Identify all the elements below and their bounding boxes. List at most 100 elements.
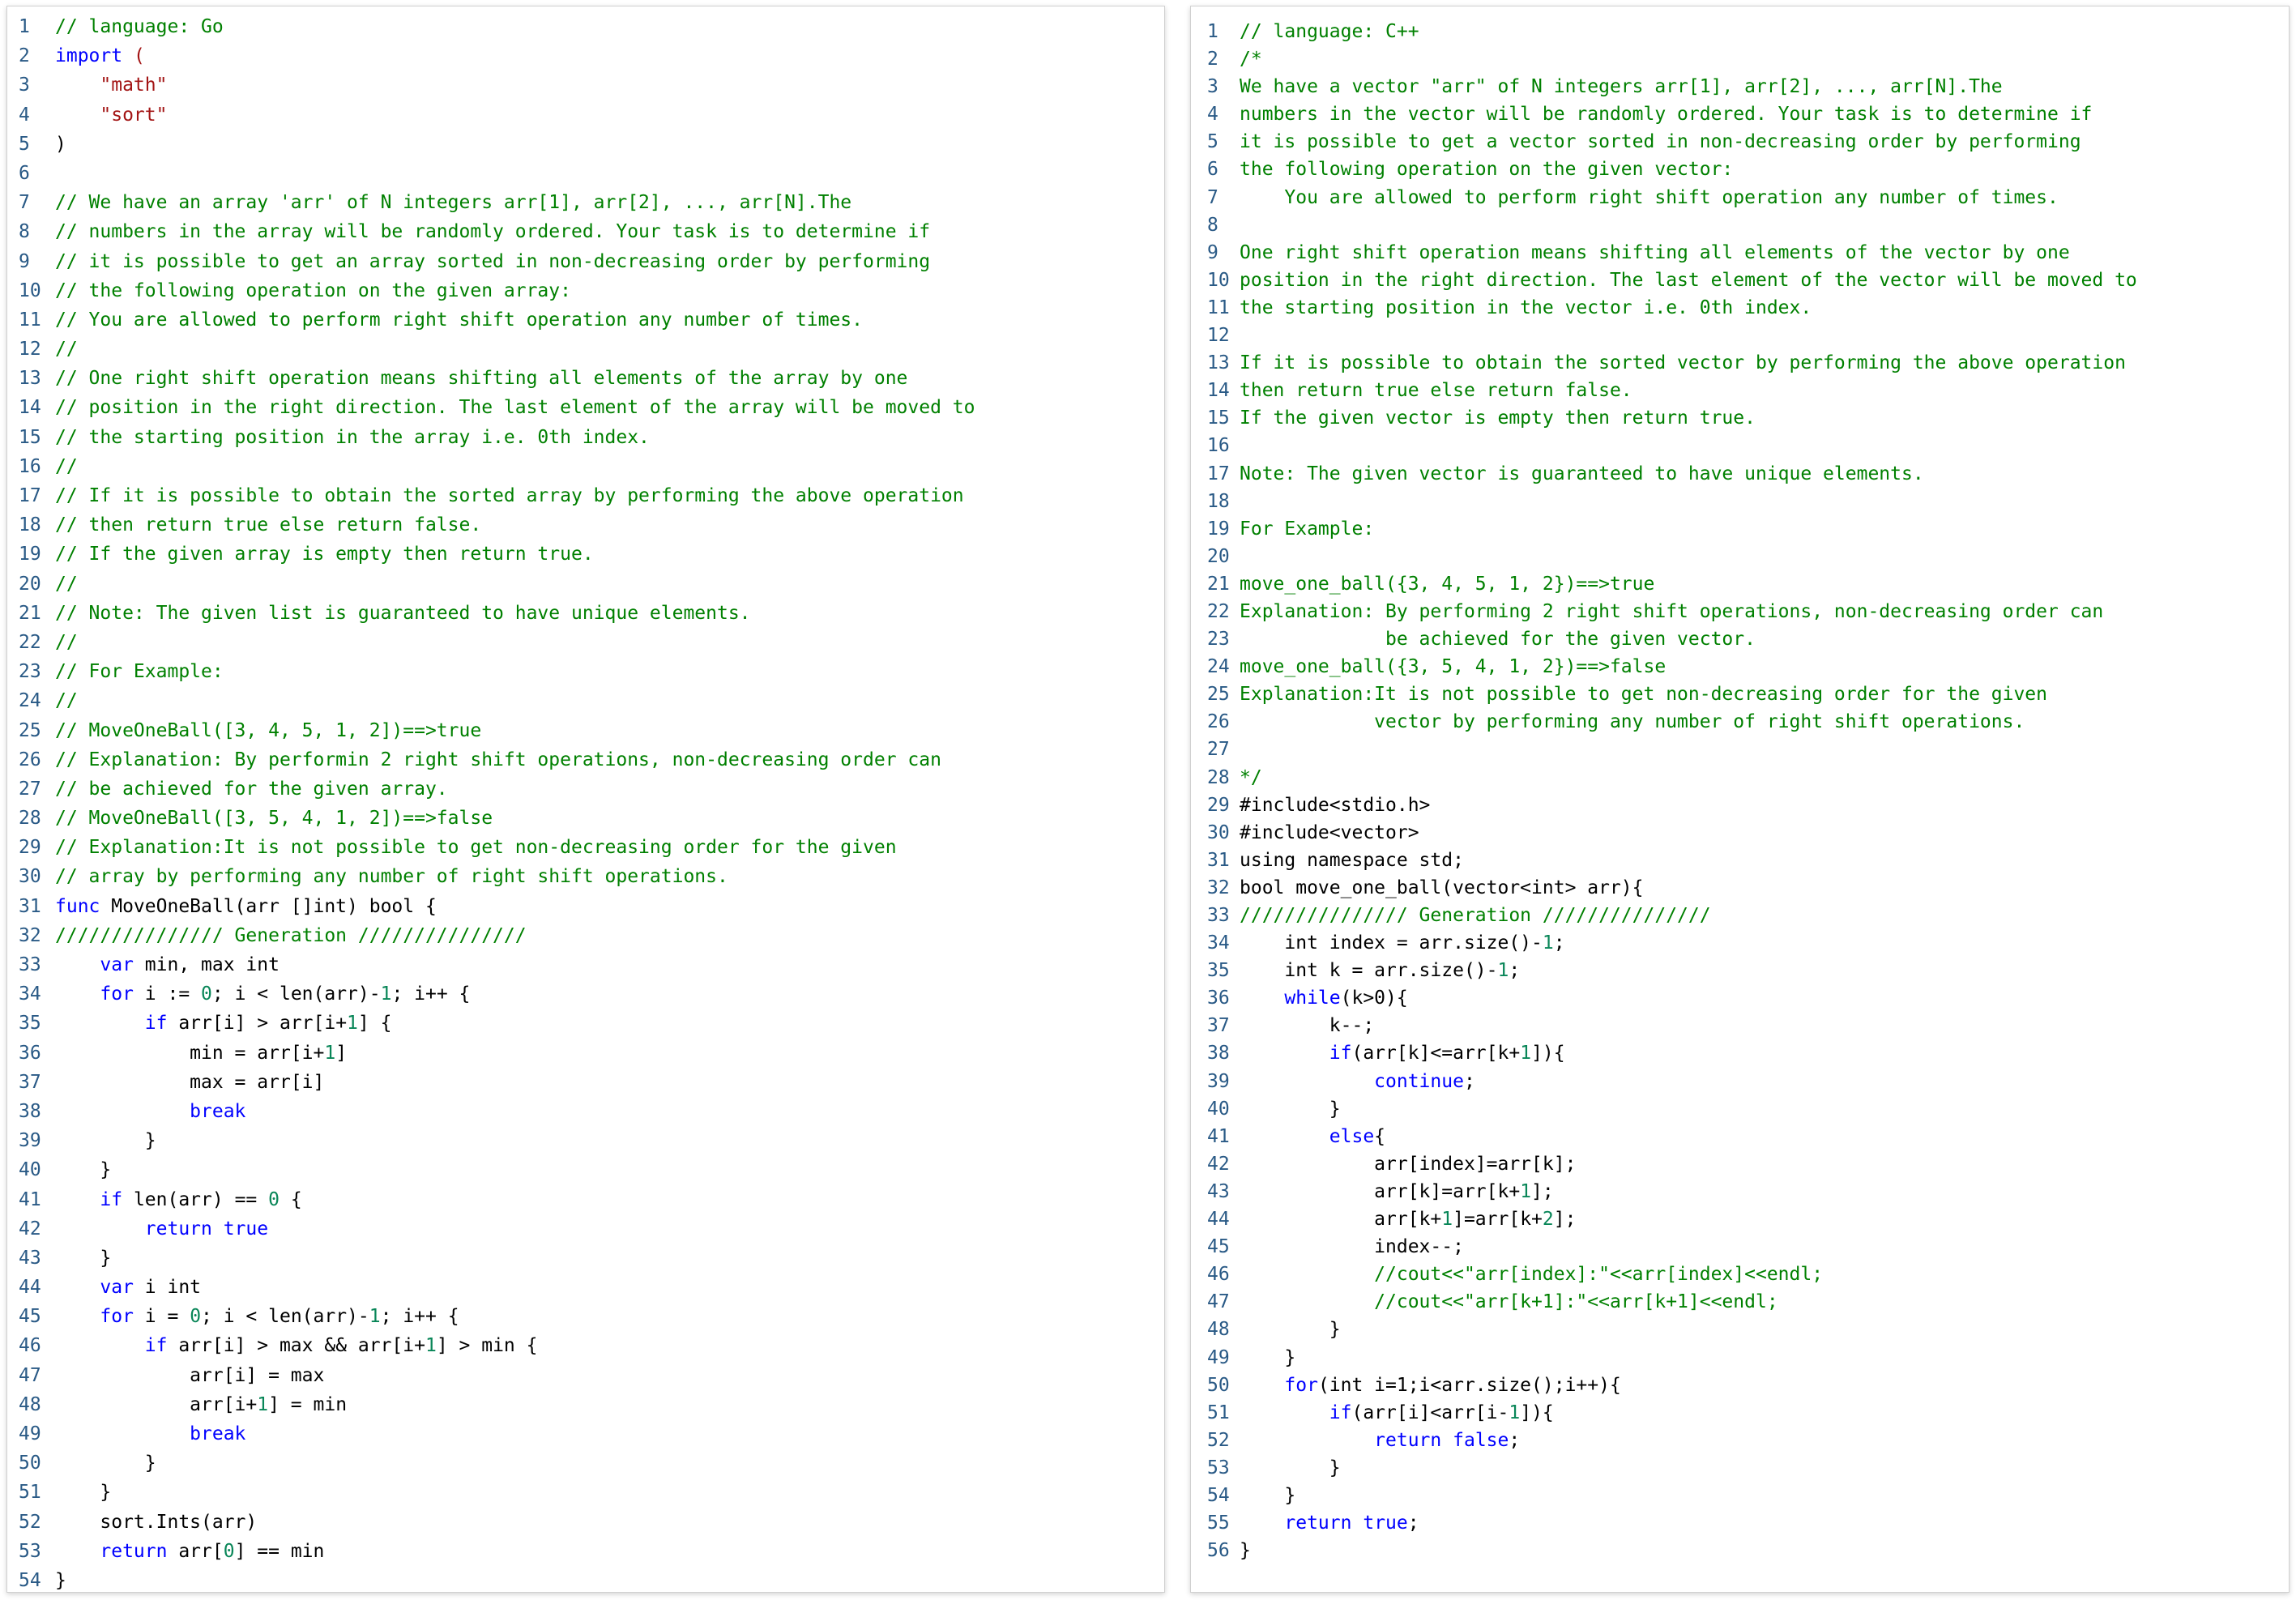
code-text: break	[55, 1097, 1164, 1126]
code-token: ;	[1509, 1429, 1521, 1451]
code-token: //	[55, 690, 78, 712]
code-token: }	[1240, 1540, 1251, 1562]
code-text: // language: C++	[1240, 18, 2289, 45]
line-number: 47	[19, 1364, 41, 1386]
code-line: 42 return true	[7, 1214, 1164, 1244]
code-token: ; i < len(arr)-	[211, 983, 381, 1005]
code-text: }	[1240, 1482, 2289, 1509]
code-token: be achieved for the given vector.	[1240, 629, 1756, 651]
code-line: 10 // the following operation on the give…	[7, 276, 1164, 305]
code-token: 1	[324, 1042, 336, 1064]
code-text: func MoveOneBall(arr []int) bool {	[55, 892, 1164, 921]
code-token: }	[55, 1130, 156, 1152]
code-token: ;	[1509, 960, 1521, 982]
code-token: (arr[k]<=arr[k+	[1351, 1043, 1521, 1065]
code-text: //	[55, 628, 1164, 657]
line-number: 40	[19, 1159, 41, 1181]
line-number: 22	[1207, 600, 1230, 622]
line-number: 33	[1207, 905, 1230, 926]
code-text: the following operation on the given vec…	[1240, 156, 2289, 183]
line-number: 5	[1207, 131, 1218, 153]
code-text: bool move_one_ball(vector<int> arr){	[1240, 874, 2289, 902]
line-number: 9	[19, 250, 30, 272]
code-token: arr[k+	[1240, 1209, 1442, 1231]
line-number: 47	[1207, 1291, 1230, 1313]
code-line: 55 return true;	[1191, 1509, 2289, 1537]
code-line: 41 if len(arr) == 0 {	[7, 1185, 1164, 1214]
code-line: 25 Explanation:It is not possible to get …	[1191, 681, 2289, 708]
code-token: len(arr) ==	[122, 1188, 269, 1210]
code-token: // numbers in the array will be randomly…	[55, 221, 931, 243]
code-token: min, max int	[133, 954, 280, 975]
line-number: 32	[19, 924, 41, 946]
line-number: 54	[1207, 1484, 1230, 1506]
code-text: position in the right direction. The las…	[1240, 267, 2289, 294]
code-token: (	[133, 45, 145, 67]
code-line: 36 while(k>0){	[1191, 984, 2289, 1012]
line-number: 19	[19, 544, 41, 565]
line-number: 55	[1207, 1513, 1230, 1534]
line-number: 38	[19, 1100, 41, 1122]
line-number: 7	[1207, 186, 1218, 208]
line-number: 8	[19, 221, 30, 243]
code-token: else	[1329, 1125, 1375, 1147]
line-number: 22	[19, 631, 41, 653]
line-number: 34	[19, 983, 41, 1005]
code-token: We have a vector "arr" of N integers arr…	[1240, 76, 2003, 98]
code-line: 23 // For Example:	[7, 657, 1164, 686]
code-text: // numbers in the array will be randomly…	[55, 217, 1164, 246]
code-line: 6 the following operation on the given ve…	[1191, 156, 2289, 183]
code-line: 42 arr[index]=arr[k];	[1191, 1150, 2289, 1178]
code-line: 13 // One right shift operation means shi…	[7, 364, 1164, 393]
code-line: 8	[1191, 211, 2289, 239]
code-token: // it is possible to get an array sorted…	[55, 250, 931, 272]
code-token: ; i++ {	[380, 1306, 459, 1328]
code-text: max = arr[i]	[55, 1068, 1164, 1097]
code-text: be achieved for the given vector.	[1240, 625, 2289, 653]
code-text: import (	[55, 41, 1164, 70]
code-token: using namespace std;	[1240, 849, 1464, 871]
code-token: min = arr[i+	[55, 1042, 325, 1064]
code-token: vector by performing any number of right…	[1240, 711, 2025, 733]
code-text: //	[55, 335, 1164, 364]
code-line: 47 //cout<<"arr[k+1]:"<<arr[k+1]<<endl;	[1191, 1288, 2289, 1316]
code-token: // then return true else return false.	[55, 514, 482, 536]
code-token: arr[	[167, 1540, 224, 1562]
code-line: 49 break	[7, 1419, 1164, 1449]
line-number: 15	[1207, 407, 1230, 429]
line-number: 1	[19, 16, 30, 37]
line-number: 26	[19, 749, 41, 770]
code-text: // MoveOneBall([3, 5, 4, 1, 2])==>false	[55, 804, 1164, 833]
code-text: // it is possible to get an array sorted…	[55, 247, 1164, 276]
line-number: 30	[1207, 821, 1230, 843]
line-number: 28	[19, 808, 41, 830]
code-text: numbers in the vector will be randomly o…	[1240, 100, 2289, 128]
code-text: // the starting position in the array i.…	[55, 423, 1164, 452]
code-line: 18 // then return true else return false.	[7, 510, 1164, 540]
code-token: while	[1284, 988, 1341, 1009]
code-token: // Explanation: By performin 2 right shi…	[55, 749, 941, 770]
code-line: 29 #include<stdio.h>	[1191, 791, 2289, 819]
code-token: int index = arr.size()-	[1240, 932, 1543, 954]
code-token: return	[1284, 1513, 1352, 1534]
code-text: }	[55, 1566, 1164, 1592]
code-line: 32 /////////////// Generation ///////////…	[7, 921, 1164, 950]
code-line: 27 // be achieved for the given array.	[7, 774, 1164, 804]
line-number: 25	[1207, 684, 1230, 706]
code-token: ; i < len(arr)-	[201, 1306, 369, 1328]
code-token: sort.Ints(arr)	[55, 1511, 258, 1533]
code-line: 16 //	[7, 452, 1164, 481]
code-token: arr[i] = max	[55, 1364, 325, 1386]
code-text: int k = arr.size()-1;	[1240, 957, 2289, 984]
code-line: 56}	[1191, 1537, 2289, 1564]
code-line: 31 func MoveOneBall(arr []int) bool {	[7, 892, 1164, 921]
code-text: If it is possible to obtain the sorted v…	[1240, 349, 2289, 377]
line-number: 36	[19, 1042, 41, 1064]
code-token: {	[1374, 1125, 1386, 1147]
code-line: 14 then return true else return false.	[1191, 377, 2289, 404]
code-token: ;	[1553, 932, 1565, 954]
